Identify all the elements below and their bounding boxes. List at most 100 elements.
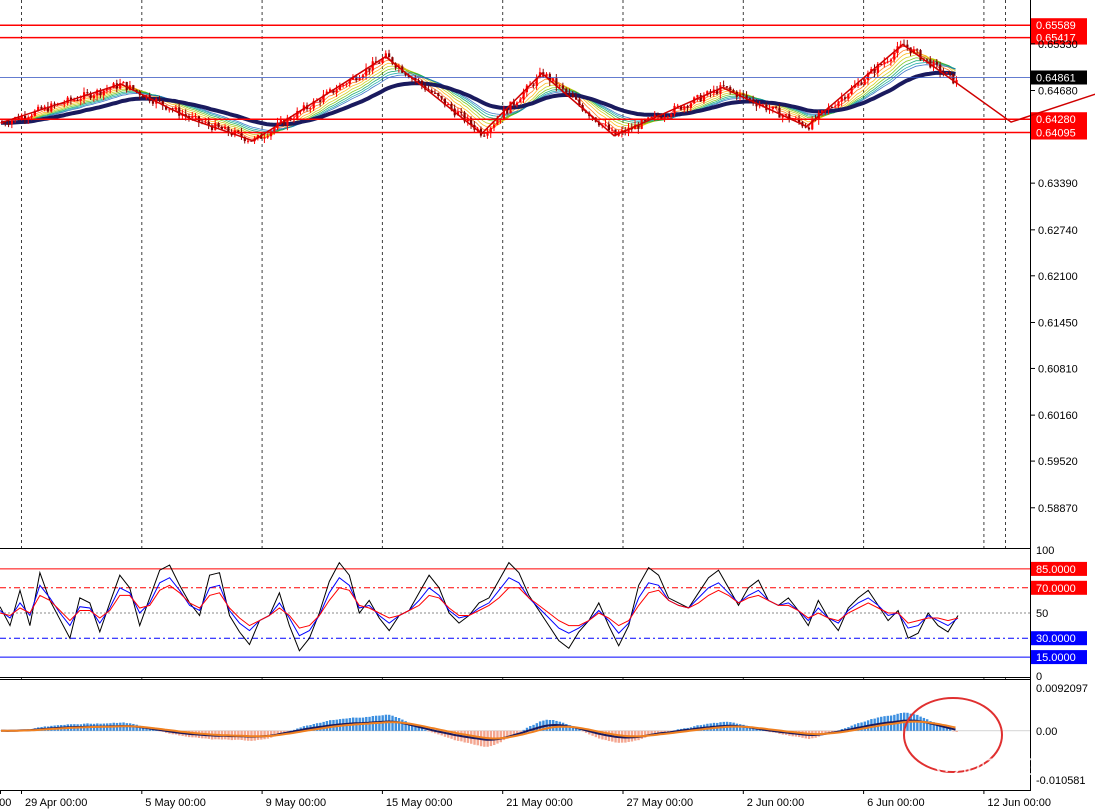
- watermark-text: @TMGM: [962, 754, 1060, 781]
- macd-histogram-bar: [955, 730, 958, 732]
- macd-histogram-bar: [401, 719, 404, 731]
- candle-body: [460, 112, 463, 114]
- candle-body: [607, 124, 610, 131]
- time-tick-label: 27 May 00:00: [627, 797, 694, 809]
- chart-canvas[interactable]: 0.655890.654170.642800.640950.64861 0.65…: [0, 0, 1095, 810]
- candle-body: [122, 81, 125, 84]
- candle-body: [843, 97, 847, 99]
- candle-body: [722, 85, 725, 87]
- candle-body: [742, 93, 745, 96]
- price-tick-label: 0.58870: [1038, 503, 1078, 515]
- candle-body: [7, 123, 10, 125]
- candle-body: [214, 123, 217, 131]
- candle-body: [217, 123, 220, 127]
- candle-body: [666, 116, 670, 118]
- candle-body: [204, 121, 207, 123]
- time-tick-label: 2 Jun 00:00: [747, 797, 805, 809]
- candle-body: [515, 102, 519, 105]
- stochastic-level-label: 85.0000: [1036, 564, 1076, 576]
- time-tick-label: 12 Jun 00:00: [987, 797, 1051, 809]
- candle-body: [893, 52, 896, 60]
- macd-histogram-bar: [496, 730, 499, 744]
- candle-body: [158, 99, 161, 101]
- candle-body: [79, 99, 82, 101]
- price-tick-label: 0.61450: [1038, 317, 1078, 329]
- candle-body: [683, 105, 686, 110]
- candle-body: [807, 127, 811, 130]
- candle-body: [86, 92, 89, 94]
- stochastic-tick-label: 50: [1036, 608, 1048, 620]
- candle-body: [30, 115, 33, 118]
- candle-body: [168, 109, 171, 111]
- candle-body: [886, 61, 889, 63]
- candle-body: [650, 116, 653, 118]
- candle-body: [447, 103, 450, 106]
- macd-histogram-bar: [427, 730, 430, 732]
- candle-body: [486, 133, 489, 136]
- macd-tick-label: 0.00: [1036, 726, 1057, 738]
- candle-body: [102, 90, 105, 96]
- macd-histogram-bar: [499, 730, 502, 743]
- candle-body: [263, 137, 266, 139]
- candle-body: [575, 97, 578, 100]
- candle-body: [437, 93, 440, 97]
- stochastic-level-label: 15.0000: [1036, 652, 1076, 664]
- candle-body: [191, 116, 194, 119]
- level-tag-label: 0.64280: [1036, 114, 1076, 126]
- stochastic-level-label: 30.0000: [1036, 633, 1076, 645]
- macd-histogram-bar: [391, 715, 394, 731]
- candle-body: [696, 95, 699, 98]
- candle-body: [889, 59, 893, 62]
- macd-histogram-bar: [522, 729, 525, 731]
- candle-body: [92, 95, 96, 99]
- candle-body: [784, 114, 788, 116]
- candle-body: [358, 78, 361, 81]
- stochastic-tick-label: 100: [1036, 545, 1054, 557]
- candle-body: [532, 84, 535, 87]
- candle-body: [771, 106, 774, 110]
- macd-histogram-bar: [919, 716, 922, 731]
- candle-body: [883, 61, 886, 65]
- candle-body: [571, 94, 574, 98]
- candle-body: [552, 78, 555, 82]
- candle-body: [611, 129, 614, 131]
- candle-body: [417, 80, 420, 82]
- price-tick-label: 0.62100: [1038, 271, 1078, 283]
- time-tick-label: 21 May 00:00: [506, 797, 573, 809]
- candle-body: [778, 107, 781, 118]
- candle-body: [4, 122, 7, 124]
- candle-body: [948, 72, 952, 74]
- candle-body: [935, 61, 938, 65]
- price-tick-label: 0.62740: [1038, 225, 1078, 237]
- candle-body: [565, 88, 568, 93]
- current-price-label: 0.64861: [1036, 72, 1076, 84]
- price-tick-label: 0.60160: [1038, 410, 1078, 422]
- candle-body: [732, 90, 735, 92]
- candle-body: [725, 86, 729, 88]
- candle-body: [945, 72, 948, 74]
- candle-body: [433, 92, 437, 94]
- macd-histogram-bar: [263, 730, 266, 740]
- candle-body: [775, 106, 778, 108]
- macd-histogram-bar: [922, 717, 926, 731]
- candle-body: [368, 68, 371, 71]
- candle-body: [729, 87, 732, 91]
- candle-body: [194, 116, 197, 118]
- level-tag-label: 0.65589: [1036, 20, 1076, 32]
- candle-body: [519, 99, 522, 103]
- candle-body: [483, 135, 486, 137]
- time-tick-label: 0:00: [0, 797, 11, 809]
- macd-histogram-bar: [519, 730, 522, 732]
- candle-body: [830, 106, 834, 108]
- candle-body: [335, 89, 338, 93]
- time-tick-label: 9 May 00:00: [266, 797, 327, 809]
- candle-body: [440, 96, 443, 99]
- candle-body: [309, 108, 312, 110]
- candle-body: [63, 103, 66, 105]
- stochastic-tick-label: 0: [1036, 671, 1042, 683]
- candle-body: [686, 105, 689, 108]
- svg-text:f: f: [944, 759, 950, 776]
- candle-body: [663, 116, 666, 119]
- candle-body: [568, 92, 571, 95]
- candle-body: [496, 119, 499, 125]
